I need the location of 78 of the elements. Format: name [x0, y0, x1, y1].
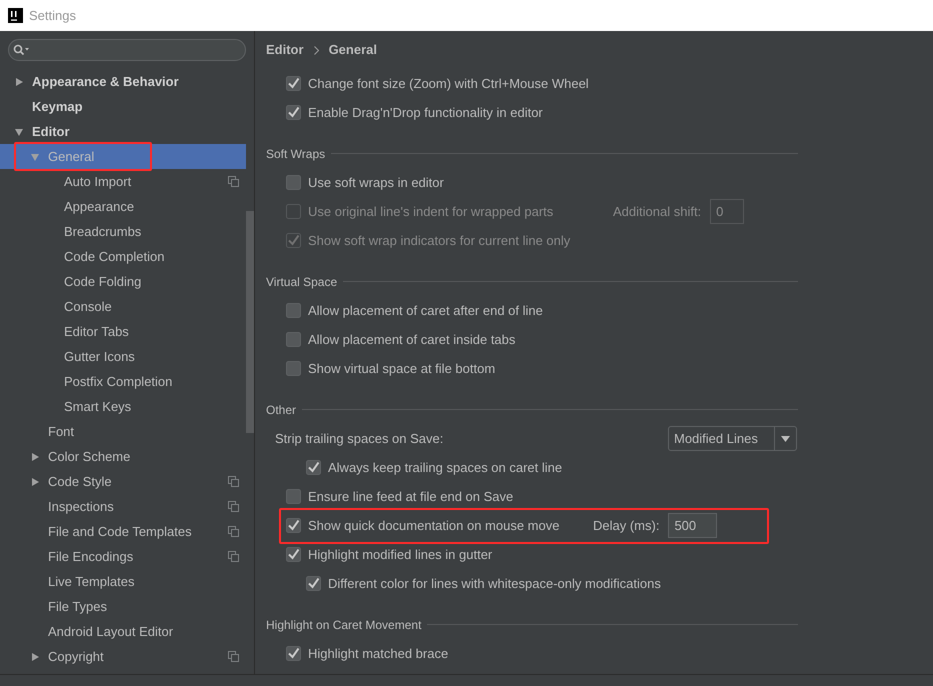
field-label: Additional shift:	[613, 202, 702, 221]
tree-item[interactable]: File Types	[0, 594, 246, 619]
scrollbar[interactable]	[246, 211, 254, 433]
input-field[interactable]: 500	[668, 513, 718, 538]
chevron-right-icon	[314, 46, 319, 54]
checkbox[interactable]	[286, 332, 301, 347]
option-label: Show quick documentation on mouse move	[308, 516, 560, 535]
tree-item[interactable]: Copyright	[0, 644, 246, 669]
option-label: Highlight modified lines in gutter	[308, 546, 492, 564]
checkbox[interactable]	[306, 576, 321, 591]
breadcrumb-item[interactable]: Editor	[266, 40, 304, 60]
option-label: Change font size (Zoom) with Ctrl+Mouse Wheel	[308, 74, 589, 93]
tree-item[interactable]: Appearance & Behavior	[0, 69, 246, 94]
collapsed-arrow-icon[interactable]	[30, 477, 40, 487]
search-icon	[13, 44, 30, 56]
search-field[interactable]	[8, 39, 246, 61]
copy-icon	[228, 476, 239, 487]
option-label: Allow placement of caret after end of line	[308, 302, 543, 320]
tree-item[interactable]: Code Folding	[0, 269, 246, 294]
dropdown-arrow-icon	[781, 436, 790, 442]
tree-item[interactable]: Android Layout Editor	[0, 619, 246, 644]
tree-item[interactable]: Code Style	[0, 469, 246, 494]
checkbox[interactable]	[286, 646, 301, 661]
option-label: Use original line's indent for wrapped parts	[308, 202, 554, 221]
tree-item[interactable]: Editor Tabs	[0, 319, 246, 344]
option-label: Show virtual space at file bottom	[308, 360, 496, 378]
app-logo-icon	[8, 8, 23, 23]
tree-item[interactable]: Live Templates	[0, 569, 246, 594]
tree-item[interactable]: File and Code Templates	[0, 519, 246, 544]
option-label: Highlight matched brace	[308, 644, 448, 663]
option-label: Ensure line feed at file end on Save	[308, 488, 514, 506]
collapsed-arrow-icon[interactable]	[30, 652, 40, 662]
tree-item[interactable]: Smart Keys	[0, 394, 246, 419]
dropdown[interactable]: Modified Lines	[668, 426, 797, 451]
checkbox[interactable]	[286, 303, 301, 318]
tree-item[interactable]: Appearance	[0, 194, 246, 219]
copy-icon	[228, 176, 239, 187]
copy-icon	[228, 551, 239, 562]
copy-icon	[228, 501, 239, 512]
tree-item[interactable]: Keymap	[0, 94, 246, 119]
option-label: Strip trailing spaces on Save:	[275, 430, 444, 448]
checkbox[interactable]	[286, 547, 301, 562]
copy-icon	[228, 526, 239, 537]
checkbox[interactable]	[286, 489, 301, 504]
option-label: Use soft wraps in editor	[308, 174, 444, 192]
tree-item[interactable]: Console	[0, 294, 246, 319]
breadcrumb-item[interactable]: General	[328, 40, 377, 60]
copy-icon	[228, 651, 239, 662]
tree-item[interactable]: Auto Import	[0, 169, 246, 194]
section-title: Soft Wraps	[266, 146, 326, 162]
checkbox[interactable]	[286, 518, 301, 533]
expanded-arrow-icon[interactable]	[14, 127, 24, 137]
field-label: Delay (ms):	[593, 516, 660, 535]
tree-item[interactable]: Editor	[0, 119, 246, 144]
collapsed-arrow-icon[interactable]	[30, 452, 40, 462]
checkbox[interactable]	[286, 76, 301, 91]
checkbox[interactable]	[286, 361, 301, 376]
checkbox[interactable]	[286, 105, 301, 120]
option-label: Always keep trailing spaces on caret line	[328, 458, 562, 477]
section-title: Other	[266, 402, 296, 418]
window-title: Settings	[29, 6, 76, 25]
tree-item[interactable]: File Encodings	[0, 544, 246, 569]
option-label: Enable Drag'n'Drop functionality in editor	[308, 104, 543, 122]
option-label: Allow placement of caret inside tabs	[308, 330, 516, 349]
tree-item[interactable]: Inspections	[0, 494, 246, 519]
section-title: Virtual Space	[266, 274, 338, 290]
tree-item[interactable]: Code Completion	[0, 244, 246, 269]
checkbox[interactable]	[286, 175, 301, 190]
checkbox[interactable]	[306, 460, 321, 475]
tree-item[interactable]: Postfix Completion	[0, 369, 246, 394]
section-title: Highlight on Caret Movement	[266, 616, 422, 634]
collapsed-arrow-icon[interactable]	[14, 77, 24, 87]
tree-item[interactable]: Gutter Icons	[0, 344, 246, 369]
tree-item[interactable]: Font	[0, 419, 246, 444]
tree-item[interactable]: Color Scheme	[0, 444, 246, 469]
option-label: Show soft wrap indicators for current line only	[308, 232, 570, 250]
tree-item[interactable]: Breadcrumbs	[0, 219, 246, 244]
option-label: Different color for lines with whitespace-only modifications	[328, 574, 661, 593]
